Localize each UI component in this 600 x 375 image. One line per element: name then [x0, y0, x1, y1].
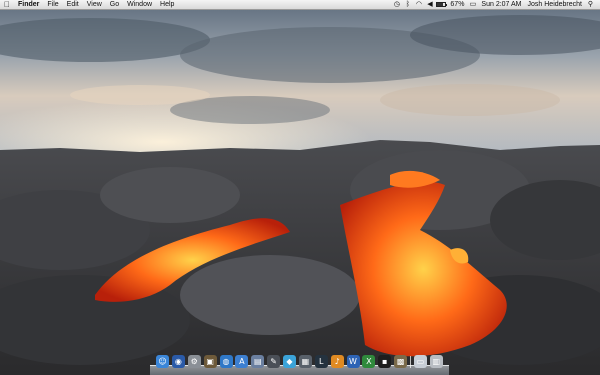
spotlight-search-icon[interactable]: ⚲ — [585, 0, 596, 10]
menu-bar:  Finder File Edit View Go Window Help ◷… — [0, 0, 600, 10]
volume-icon[interactable]: ◀ — [424, 0, 435, 10]
downloads-stack-icon[interactable]: ▭ — [413, 355, 427, 368]
globe-browser-icon[interactable]: ◍ — [219, 355, 233, 368]
archive-utility-icon[interactable]: ▩ — [394, 355, 408, 368]
bluetooth-icon[interactable]: ᛒ — [402, 0, 413, 10]
finder-icon[interactable]: ☺ — [156, 355, 169, 368]
desktop-wallpaper — [0, 0, 600, 375]
word-icon[interactable]: W — [346, 355, 360, 368]
dock-icons: ☺ ◉ ⚙ ▣ ◍ A ▤ ✎ ◆ ▦ L ♪ W X ▪ ▩ ▭ ▥ — [156, 355, 443, 368]
keyboard-flag-icon[interactable]: ▭ — [467, 0, 478, 10]
terminal-icon[interactable]: ▪ — [378, 355, 392, 368]
time-machine-icon[interactable]: ◷ — [391, 0, 402, 10]
menu-edit[interactable]: Edit — [63, 0, 83, 10]
preview-icon[interactable]: ▤ — [251, 355, 265, 368]
menu-window[interactable]: Window — [123, 0, 156, 10]
menu-bar-left:  Finder File Edit View Go Window Help — [0, 0, 178, 9]
dock: ☺ ◉ ⚙ ▣ ◍ A ▤ ✎ ◆ ▦ L ♪ W X ▪ ▩ ▭ ▥ — [150, 353, 449, 375]
grid-app-icon[interactable]: ▦ — [298, 355, 312, 368]
apple-icon[interactable]:  — [0, 0, 14, 10]
system-preferences-icon[interactable]: ⚙ — [187, 355, 201, 368]
battery-icon[interactable] — [436, 2, 448, 7]
menu-file[interactable]: File — [43, 0, 62, 10]
paint-brush-icon[interactable]: ♪ — [330, 355, 344, 368]
app-store-icon[interactable]: A — [235, 355, 249, 368]
water-drop-icon[interactable]: ◆ — [283, 355, 296, 368]
menu-go[interactable]: Go — [106, 0, 123, 10]
menu-bar-status: ◷ ᛒ ◠ ◀ 67% ▭ Sun 2:07 AM Josh Heidebrec… — [391, 0, 600, 9]
trash-icon[interactable]: ▥ — [429, 355, 443, 368]
battery-level — [437, 3, 443, 6]
excel-icon[interactable]: X — [362, 355, 376, 368]
photo-browser-icon[interactable]: ▣ — [203, 355, 217, 368]
pen-tool-icon[interactable]: ✎ — [267, 355, 281, 368]
dock-separator — [410, 356, 411, 368]
app-menu-finder[interactable]: Finder — [14, 0, 43, 10]
user-name[interactable]: Josh Heidebrecht — [525, 0, 585, 10]
wifi-icon[interactable]: ◠ — [413, 0, 424, 10]
menu-help[interactable]: Help — [156, 0, 178, 10]
battery-percent[interactable]: 67% — [447, 0, 467, 10]
dashboard-icon[interactable]: ◉ — [171, 355, 185, 368]
clock[interactable]: Sun 2:07 AM — [478, 0, 524, 10]
lightroom-icon[interactable]: L — [314, 355, 328, 368]
menu-view[interactable]: View — [83, 0, 106, 10]
